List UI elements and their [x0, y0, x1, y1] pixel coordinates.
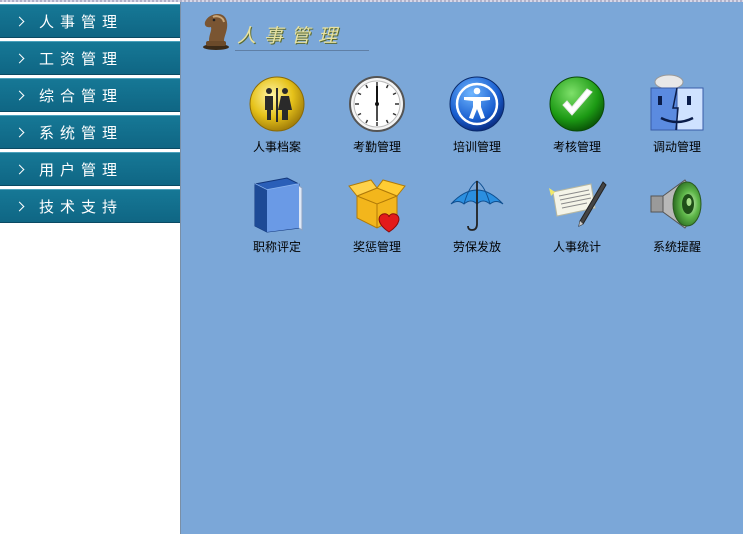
chevron-right-icon — [14, 127, 25, 137]
module-title-evaluation[interactable]: 职称评定 — [227, 174, 327, 274]
chevron-right-icon — [14, 90, 25, 100]
module-label: 奖惩管理 — [352, 240, 401, 254]
module-attendance[interactable]: 考勤管理 — [327, 74, 427, 174]
chevron-right-icon — [14, 16, 25, 26]
module-training[interactable]: 培训管理 — [427, 74, 527, 174]
clock-icon — [349, 76, 405, 132]
module-rewards-penalties[interactable]: 奖惩管理 — [327, 174, 427, 274]
module-label: 职称评定 — [252, 240, 301, 254]
sidebar-item-label: 人事管理 — [39, 12, 124, 31]
restroom-icon — [249, 76, 305, 132]
sidebar-item-general[interactable]: 综合管理 — [0, 78, 180, 112]
sidebar-item-label: 工资管理 — [39, 49, 124, 68]
module-label: 系统提醒 — [652, 240, 701, 254]
module-label: 调动管理 — [652, 140, 701, 154]
module-label: 劳保发放 — [452, 240, 501, 254]
sidebar: 人事管理 工资管理 综合管理 系统管理 用户管理 技术支持 — [0, 2, 181, 534]
module-assessment[interactable]: 考核管理 — [527, 74, 627, 174]
speaker-icon — [650, 179, 702, 229]
module-grid: 人事档案 考勤管理 培训管理 考核管理 调动管理 职称评定 奖惩管理 劳保发放 … — [227, 74, 727, 274]
sidebar-item-salary[interactable]: 工资管理 — [0, 41, 180, 75]
sidebar-item-personnel[interactable]: 人事管理 — [0, 4, 180, 38]
module-label: 考勤管理 — [352, 140, 401, 154]
pen-paper-icon — [549, 181, 607, 227]
module-transfer[interactable]: 调动管理 — [627, 74, 727, 174]
sidebar-item-label: 系统管理 — [39, 123, 124, 142]
umbrella-icon — [450, 180, 504, 231]
module-label: 考核管理 — [552, 140, 601, 154]
module-labor-protection[interactable]: 劳保发放 — [427, 174, 527, 274]
sidebar-item-label: 综合管理 — [39, 86, 124, 105]
module-system-reminder[interactable]: 系统提醒 — [627, 174, 727, 274]
sidebar-item-label: 用户管理 — [39, 160, 124, 179]
checkmark-icon — [549, 76, 605, 132]
module-statistics[interactable]: 人事统计 — [527, 174, 627, 274]
main-panel: 人事管理 人事档案 考勤管理 培训管理 考核管理 调动管理 职称评定 奖惩管理 … — [181, 2, 743, 534]
chevron-right-icon — [14, 164, 25, 174]
header-divider — [235, 50, 369, 51]
module-personnel-files[interactable]: 人事档案 — [227, 74, 327, 174]
page-title: 人事管理 — [237, 25, 346, 47]
accessibility-person-icon — [449, 76, 505, 132]
sidebar-item-system[interactable]: 系统管理 — [0, 115, 180, 149]
sidebar-item-users[interactable]: 用户管理 — [0, 152, 180, 186]
gift-box-heart-icon — [348, 179, 406, 233]
chevron-right-icon — [14, 53, 25, 63]
sidebar-item-support[interactable]: 技术支持 — [0, 189, 180, 223]
sidebar-item-label: 技术支持 — [39, 197, 124, 216]
chess-knight-icon — [203, 14, 229, 50]
finder-face-icon — [650, 74, 704, 131]
book-icon — [254, 177, 303, 233]
module-label: 培训管理 — [452, 140, 501, 154]
page-header: 人事管理 — [199, 10, 369, 51]
module-label: 人事档案 — [252, 140, 301, 154]
chevron-right-icon — [14, 201, 25, 211]
module-label: 人事统计 — [552, 240, 601, 254]
